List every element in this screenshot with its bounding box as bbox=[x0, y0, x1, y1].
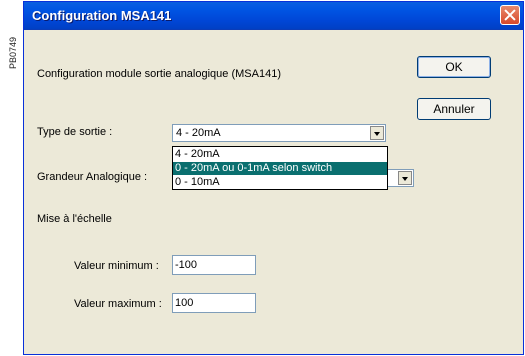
figure-id-label: PB0749 bbox=[0, 0, 22, 356]
chevron-down-icon[interactable] bbox=[398, 171, 412, 185]
type-sortie-select[interactable]: 4 - 20mA bbox=[172, 124, 386, 142]
dialog-window: Configuration MSA141 Configuration modul… bbox=[23, 1, 524, 355]
grandeur-label: Grandeur Analogique : bbox=[37, 171, 148, 183]
type-sortie-value: 4 - 20mA bbox=[176, 127, 221, 139]
type-sortie-label: Type de sortie : bbox=[37, 126, 113, 138]
min-value-input[interactable]: -100 bbox=[172, 255, 256, 275]
close-icon[interactable] bbox=[500, 5, 520, 25]
ok-button[interactable]: OK bbox=[417, 56, 491, 78]
chevron-down-icon[interactable] bbox=[370, 126, 384, 140]
cancel-button[interactable]: Annuler bbox=[417, 98, 491, 120]
description-text: Configuration module sortie analogique (… bbox=[37, 68, 281, 80]
dropdown-option-selected[interactable]: 0 - 20mA ou 0-1mA selon switch bbox=[173, 162, 387, 175]
dropdown-option[interactable]: 0 - 10mA bbox=[173, 176, 387, 189]
min-value-label: Valeur minimum : bbox=[74, 260, 159, 272]
type-sortie-dropdown-list: 4 - 20mA 0 - 20mA ou 0-1mA selon switch … bbox=[172, 146, 388, 190]
dropdown-option[interactable]: 4 - 20mA bbox=[173, 148, 387, 161]
scale-section-title: Mise à l'échelle bbox=[37, 213, 112, 225]
max-value-label: Valeur maximum : bbox=[74, 298, 162, 310]
figure-id-text: PB0749 bbox=[8, 36, 18, 70]
max-value-input[interactable]: 100 bbox=[172, 293, 256, 313]
window-title: Configuration MSA141 bbox=[32, 8, 172, 23]
title-bar: Configuration MSA141 bbox=[24, 2, 523, 30]
